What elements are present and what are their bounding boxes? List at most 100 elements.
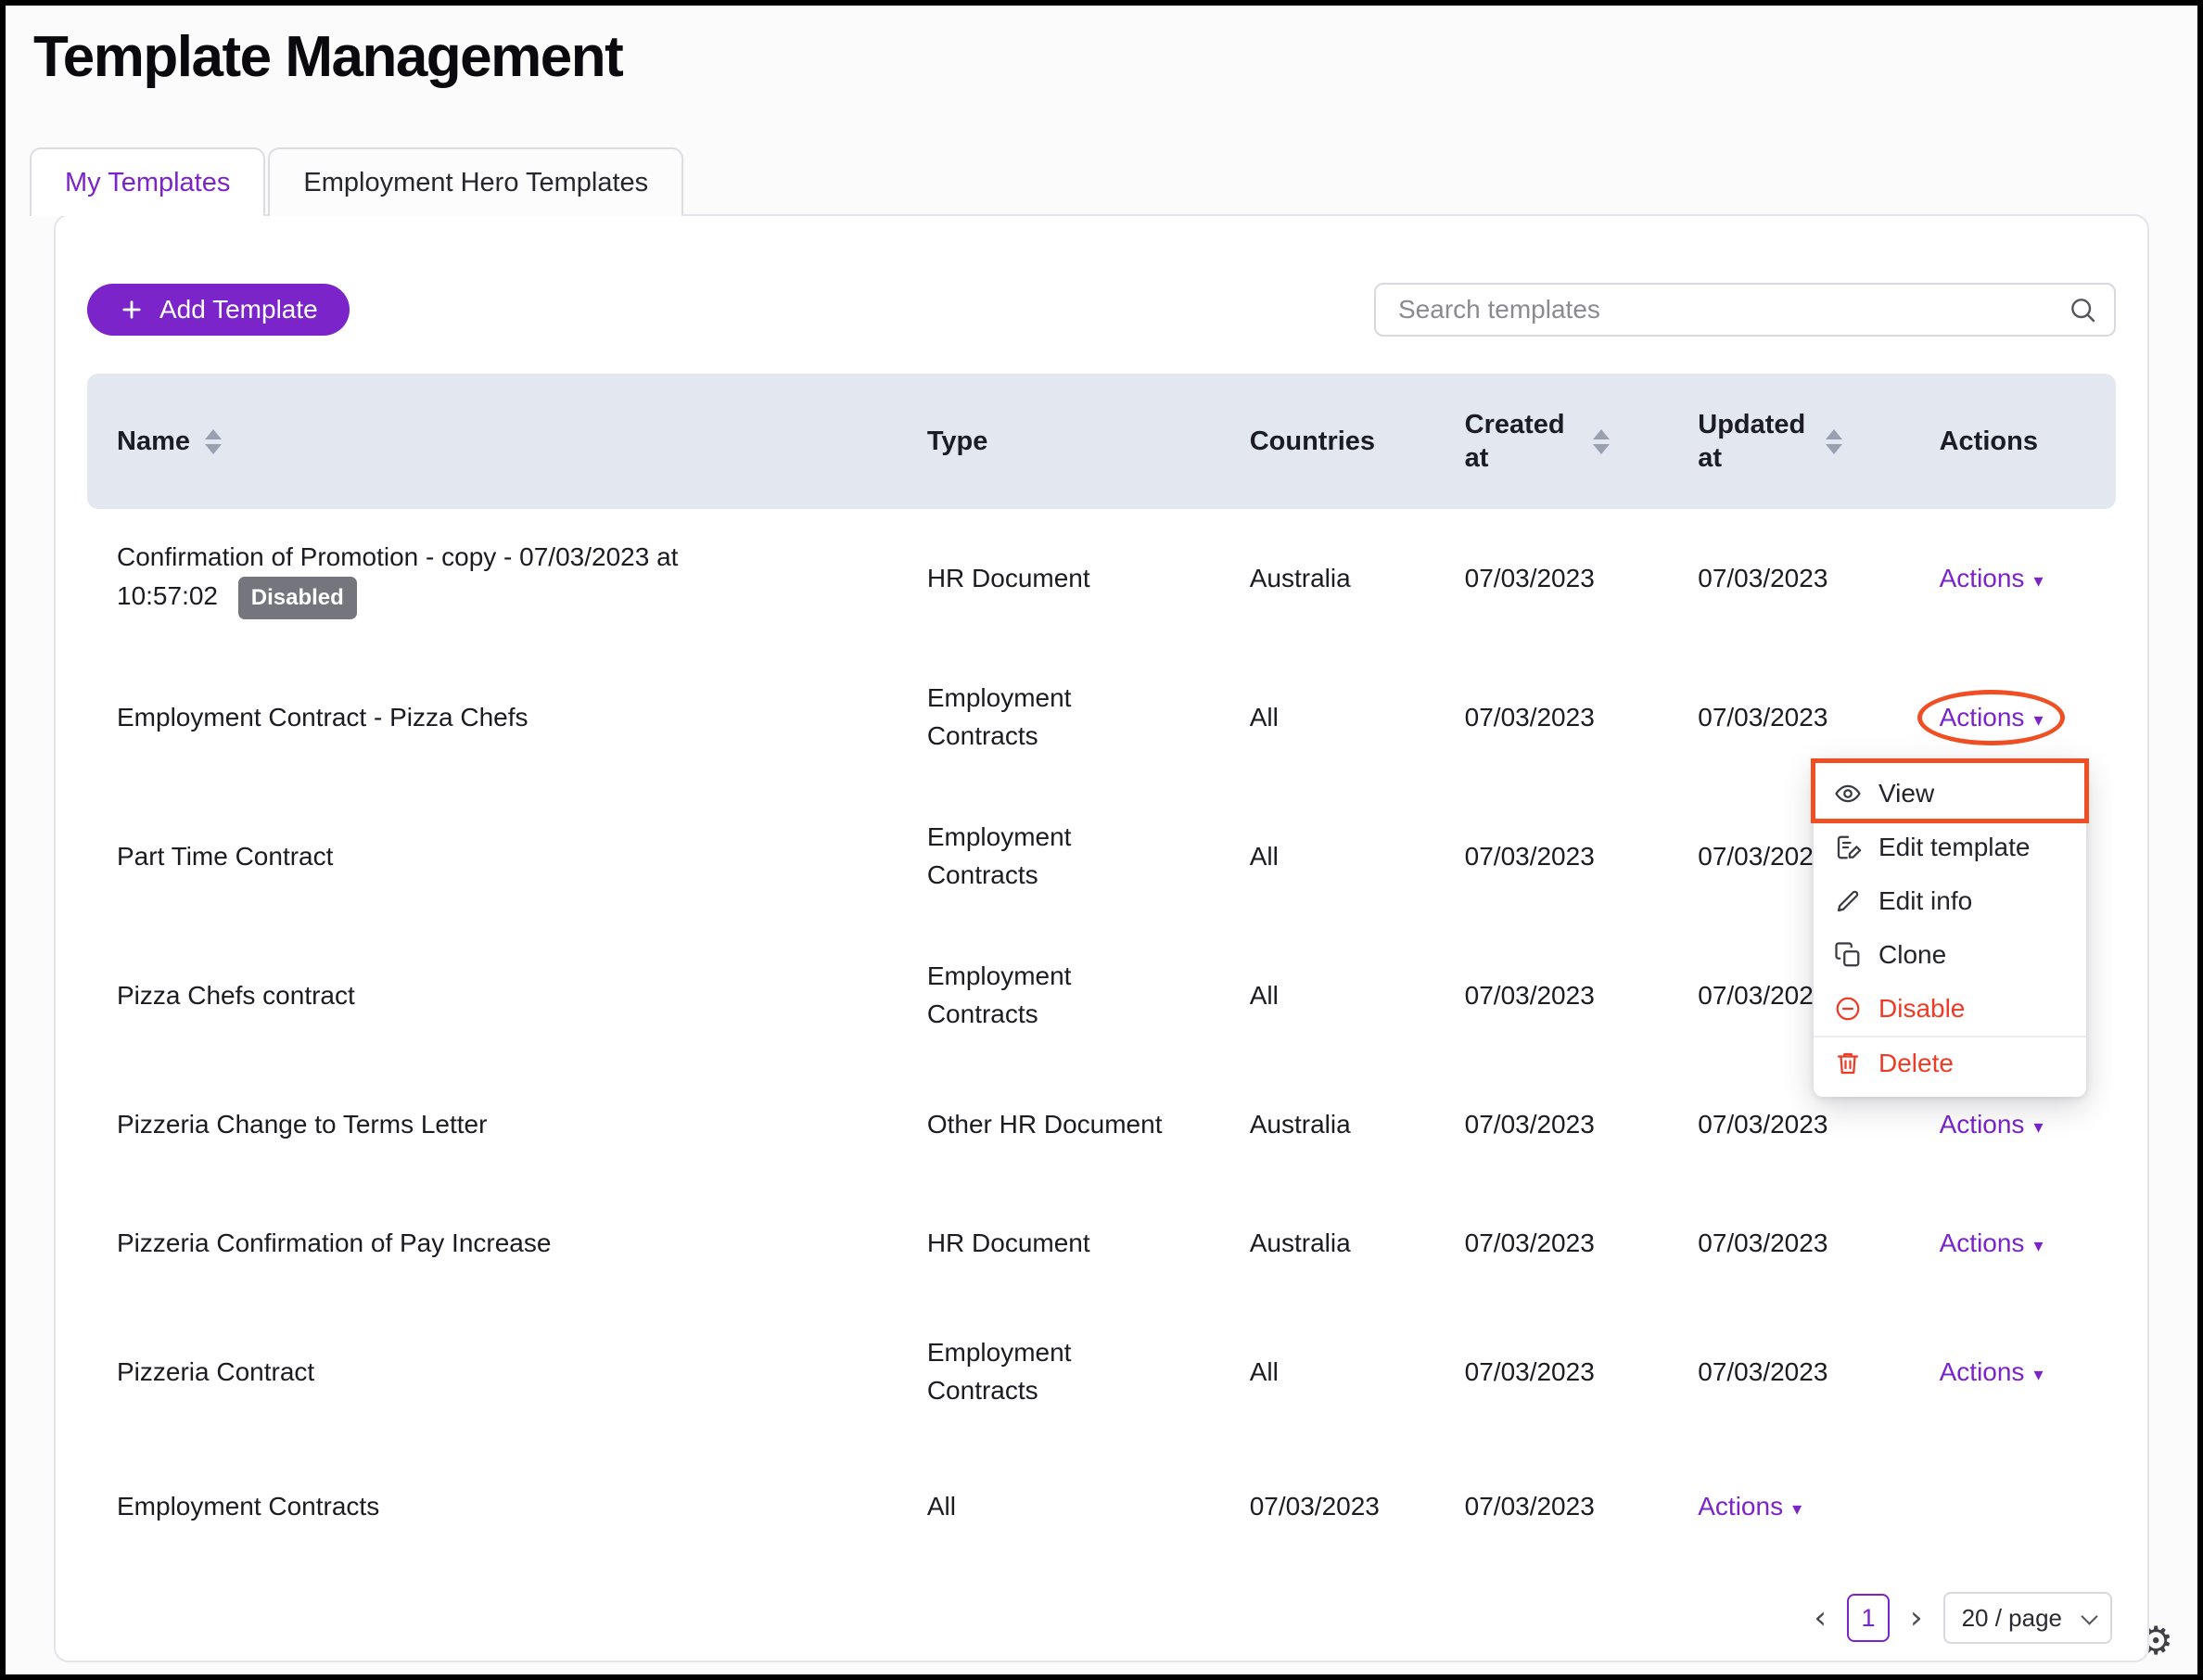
actions-link[interactable]: Actions ▾ [1940,1228,2044,1258]
menu-item-view[interactable]: View [1814,767,2086,821]
template-name: Employment Contract - Pizza Chefs [117,703,528,732]
menu-item-disable[interactable]: Disable [1814,982,2086,1036]
type-cell: Employment Contracts [927,1334,1250,1409]
type-cell: All [927,1488,1250,1526]
actions-cell: Actions ▾ [1940,1228,2116,1258]
column-header-name[interactable]: Name [87,426,927,457]
created-at-cell: 07/03/2023 [1465,1228,1699,1258]
type-cell: Employment Contracts [927,819,1250,894]
actions-link[interactable]: Actions ▾ [1940,564,2044,593]
page-title: Template Management [33,24,2197,90]
actions-menu: View Edit template Edit info Clone Di [1814,759,2086,1097]
column-header-name-label: Name [117,426,190,457]
column-header-countries-label: Countries [1250,426,1375,457]
search-icon [2068,295,2097,325]
created-at-cell: 07/03/2023 [1465,1357,1699,1387]
disabled-badge: Disabled [238,577,357,619]
name-cell: Pizza Chefs contract [87,976,927,1015]
template-name: Pizzeria Change to Terms Letter [117,1110,487,1139]
menu-item-delete[interactable]: Delete [1814,1036,2086,1089]
created-at-cell: 07/03/2023 [1465,703,1699,732]
menu-item-edit-template[interactable]: Edit template [1814,821,2086,874]
pagination: ‹ 1 › 20 / page [1808,1592,2112,1644]
actions-link[interactable]: Actions ▾ [1940,1110,2044,1139]
template-name: Employment Contracts [117,1492,379,1521]
created-at-cell: 07/03/2023 [1465,981,1699,1011]
name-cell: Employment Contract - Pizza Chefs [87,698,927,737]
search-box [1374,283,2116,337]
caret-down-icon: ▾ [2033,710,2043,729]
column-header-created-at-label: Created at [1465,408,1578,476]
countries-cell: All [1250,981,1465,1011]
template-name: Pizza Chefs contract [117,981,355,1010]
table-row: Part Time Contract Employment Contracts … [87,787,2116,926]
actions-link[interactable]: Actions ▾ [1940,703,2044,732]
caret-down-icon: ▾ [2033,571,2043,590]
type-cell: HR Document [927,560,1250,598]
search-input[interactable] [1374,283,2116,337]
menu-item-edit-info-label: Edit info [1878,886,1972,916]
caret-down-icon: ▾ [2033,1236,2043,1254]
countries-cell: All [1250,842,1465,872]
name-cell: Employment Contracts [87,1487,927,1526]
caret-down-icon: ▾ [2033,1117,2043,1136]
updated-at-cell: 07/03/2023 [1698,1110,1939,1139]
column-header-actions-label: Actions [1940,426,2038,457]
menu-item-clone[interactable]: Clone [1814,928,2086,982]
page-size-value: 20 / page [1962,1604,2062,1633]
add-template-button-label: Add Template [159,295,318,325]
templates-table: Name Type Countries Created at Updated a… [87,374,2116,1572]
table-row: Confirmation of Promotion - copy - 07/03… [87,509,2116,648]
page-size-select[interactable]: 20 / page [1943,1592,2112,1644]
actions-cell: Actions ▾ [1940,1110,2116,1139]
table-row: Pizza Chefs contract Employment Contract… [87,926,2116,1065]
countries-cell: Australia [1250,564,1465,593]
next-page-button[interactable]: › [1904,1599,1929,1636]
caret-down-icon: ▾ [2033,1365,2043,1383]
add-template-button[interactable]: Add Template [87,284,350,336]
column-header-updated-at-label: Updated at [1698,408,1811,476]
template-name: Part Time Contract [117,842,333,871]
actions-cell: Actions ▾ [1940,703,2116,732]
previous-page-button[interactable]: ‹ [1808,1599,1832,1636]
sort-icon [1593,429,1610,454]
table-row: Pizzeria Contract Employment Contracts A… [87,1303,2116,1442]
column-header-updated-at[interactable]: Updated at [1698,408,1939,476]
countries-cell: All [1250,1357,1465,1387]
type-cell: HR Document [927,1225,1250,1263]
chevron-down-icon [2081,1608,2097,1624]
updated-at-cell: 07/03/2023 [1698,1357,1939,1387]
created-at-cell: 07/03/2023 [1465,564,1699,593]
menu-item-clone-label: Clone [1878,940,1946,970]
name-cell: Confirmation of Promotion - copy - 07/03… [87,538,927,619]
created-at-cell: 07/03/2023 [1465,1110,1699,1139]
table-row: Pizzeria Confirmation of Pay Increase HR… [87,1184,2116,1303]
tab-employment-hero-templates-label: Employment Hero Templates [303,168,648,198]
created-at-cell: 07/03/2023 [1465,842,1699,872]
pencil-icon [1834,887,1862,915]
tab-bar: My Templates Employment Hero Templates [30,147,2197,216]
clone-icon [1834,941,1862,969]
menu-item-view-label: View [1878,779,1934,808]
menu-item-edit-info[interactable]: Edit info [1814,874,2086,928]
templates-card: Add Template Name Type Countries Created… [54,214,2149,1662]
actions-link[interactable]: Actions ▾ [1940,1357,2044,1387]
actions-link[interactable]: Actions ▾ [1698,1492,1802,1521]
menu-item-disable-label: Disable [1878,994,1965,1024]
tab-my-templates[interactable]: My Templates [30,147,265,216]
table-row: Employment Contracts All 07/03/2023 07/0… [87,1442,2116,1572]
updated-at-cell: 07/03/2023 [1698,564,1939,593]
type-cell: Employment Contracts [927,958,1250,1033]
template-name: Confirmation of Promotion - copy - 07/03… [117,542,678,610]
name-cell: Pizzeria Change to Terms Letter [87,1105,927,1144]
column-header-countries: Countries [1250,426,1465,457]
sort-icon [1826,429,1842,454]
column-header-created-at[interactable]: Created at [1465,408,1699,476]
tab-employment-hero-templates[interactable]: Employment Hero Templates [268,147,683,216]
table-row: Pizzeria Change to Terms Letter Other HR… [87,1065,2116,1184]
current-page-button[interactable]: 1 [1847,1594,1890,1642]
caret-down-icon: ▾ [1792,1499,1802,1518]
countries-cell: All [1250,703,1465,732]
actions-cell: Actions ▾ [1940,564,2116,593]
table-header-row: Name Type Countries Created at Updated a… [87,374,2116,509]
